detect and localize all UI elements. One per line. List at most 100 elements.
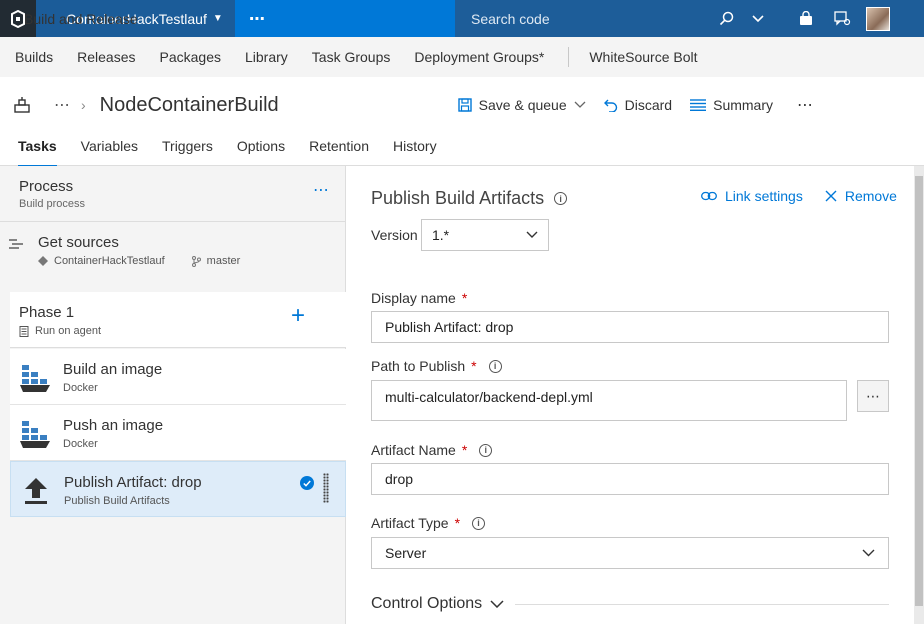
docker-icon <box>19 362 51 394</box>
scrollbar-thumb[interactable] <box>915 176 923 606</box>
remove-label: Remove <box>844 188 897 204</box>
process-header[interactable]: Process Build process <box>19 178 85 210</box>
control-options-toggle[interactable]: Control Options <box>371 595 504 613</box>
discard-label: Discard <box>624 97 673 113</box>
hub-more-icon[interactable]: ⋯ <box>249 9 265 29</box>
secondary-nav: Builds Releases Packages Library Task Gr… <box>0 37 924 77</box>
version-label-text: Version <box>371 227 418 243</box>
branch-meta: master <box>191 255 241 267</box>
breadcrumb-more-button[interactable]: ⋯ <box>54 95 71 115</box>
search-box[interactable]: Search code <box>455 0 774 37</box>
required-marker: * <box>454 515 461 531</box>
artifact-type-select[interactable]: Server <box>371 537 889 569</box>
repo-meta: ContainerHackTestlauf <box>38 255 165 267</box>
artifact-type-value: Server <box>385 545 427 561</box>
task-detail-links: Link settings Remove <box>701 188 897 204</box>
link-settings-button[interactable]: Link settings <box>701 188 803 204</box>
drag-handle-icon[interactable] <box>323 473 329 503</box>
repo-name: ContainerHackTestlauf <box>54 255 165 267</box>
task-detail-title: Publish Build Artifacts i <box>371 188 568 209</box>
section-divider <box>515 604 889 605</box>
branch-name: master <box>206 255 241 267</box>
tab-variables[interactable]: Variables <box>81 133 138 166</box>
task-subtitle: Docker <box>63 382 98 394</box>
search-icon[interactable] <box>710 11 742 26</box>
required-marker: * <box>461 442 468 458</box>
search-input[interactable]: Search code <box>471 11 710 27</box>
add-task-button[interactable]: + <box>291 304 305 328</box>
process-more-button[interactable]: ⋯ <box>313 180 329 200</box>
chevron-down-icon <box>862 549 875 557</box>
task-title: Build an image <box>63 361 163 378</box>
nav-task-groups[interactable]: Task Groups <box>312 49 391 65</box>
more-actions-button[interactable]: ⋯ <box>797 95 814 115</box>
save-and-queue-button[interactable]: Save & queue <box>457 97 586 113</box>
info-icon[interactable]: i <box>554 192 568 205</box>
search-options-chevron-icon[interactable] <box>742 14 774 23</box>
tab-history[interactable]: History <box>393 133 437 166</box>
nav-divider <box>568 47 570 67</box>
nav-library[interactable]: Library <box>245 49 288 65</box>
page-title[interactable]: NodeContainerBuild <box>100 94 458 117</box>
user-avatar[interactable] <box>860 0 896 37</box>
phase-title: Phase 1 <box>19 304 75 321</box>
definition-title-bar: ⋯ › NodeContainerBuild Save & queue Disc… <box>0 77 924 133</box>
feedback-icon[interactable] <box>824 0 860 37</box>
path-to-publish-field[interactable]: multi-calculator/backend-depl.yml <box>371 380 847 421</box>
hub-build-and-release[interactable]: Build and Release ⋯ <box>24 0 455 37</box>
nav-packages[interactable]: Packages <box>160 49 221 65</box>
info-icon[interactable]: i <box>488 359 502 373</box>
artifact-type-label: Artifact Type * i <box>371 515 486 531</box>
nav-builds[interactable]: Builds <box>15 49 53 65</box>
link-icon <box>701 191 717 201</box>
browse-path-button[interactable]: ⋯ <box>857 380 889 412</box>
tab-tasks[interactable]: Tasks <box>18 133 57 167</box>
save-icon <box>457 98 472 112</box>
task-list-panel: Process Build process ⋯ Get sources Cont… <box>0 166 346 624</box>
task-publish-artifact[interactable]: Publish Artifact: drop Publish Build Art… <box>10 461 346 517</box>
display-name-field[interactable]: Publish Artifact: drop <box>371 311 889 343</box>
avatar <box>866 6 890 31</box>
summary-button[interactable]: Summary <box>690 97 773 113</box>
agent-icon <box>19 325 29 337</box>
remove-button[interactable]: Remove <box>825 188 897 204</box>
link-settings-label: Link settings <box>725 188 803 204</box>
info-icon[interactable]: i <box>472 516 486 530</box>
artifact-name-label: Artifact Name * i <box>371 442 493 458</box>
control-options-label: Control Options <box>371 595 483 612</box>
required-marker: * <box>471 358 477 374</box>
path-value: multi-calculator/backend-depl.yml <box>385 389 593 405</box>
discard-button[interactable]: Discard <box>603 97 673 113</box>
phase-header[interactable]: Phase 1 Run on agent + <box>10 292 346 348</box>
tab-options[interactable]: Options <box>237 133 285 166</box>
marketplace-bag-icon[interactable] <box>788 0 824 37</box>
task-push-image[interactable]: Push an image Docker <box>10 405 346 461</box>
artifact-type-label-text: Artifact Type <box>371 515 449 531</box>
tab-triggers[interactable]: Triggers <box>162 133 213 166</box>
artifact-name-value: drop <box>385 471 414 487</box>
task-title: Publish Artifact: drop <box>64 474 202 491</box>
info-icon[interactable]: i <box>479 443 493 457</box>
task-build-image[interactable]: Build an image Docker <box>10 349 346 405</box>
get-sources-item[interactable]: Get sources ContainerHackTestlauf master <box>0 221 346 291</box>
nav-deployment-groups[interactable]: Deployment Groups* <box>414 49 544 65</box>
artifact-name-field[interactable]: drop <box>371 463 889 495</box>
display-name-label: Display name * <box>371 290 467 306</box>
task-subtitle: Publish Build Artifacts <box>64 495 170 507</box>
build-definition-icon <box>14 96 32 114</box>
source-lines-icon <box>9 238 25 257</box>
display-name-label-text: Display name <box>371 290 456 306</box>
nav-whitesource-bolt[interactable]: WhiteSource Bolt <box>589 49 697 65</box>
version-select[interactable]: 1.* <box>421 219 549 251</box>
artifact-name-label-text: Artifact Name <box>371 442 456 458</box>
nav-releases[interactable]: Releases <box>77 49 135 65</box>
tab-retention[interactable]: Retention <box>309 133 369 166</box>
task-detail-title-text: Publish Build Artifacts <box>371 188 545 208</box>
save-and-queue-label: Save & queue <box>478 97 567 113</box>
detail-scrollbar[interactable] <box>914 166 924 624</box>
get-sources-meta: ContainerHackTestlauf master <box>38 255 240 267</box>
docker-icon <box>19 418 51 450</box>
task-title: Push an image <box>63 417 164 434</box>
process-title: Process <box>19 178 74 195</box>
chevron-down-icon: ▼ <box>212 13 223 24</box>
